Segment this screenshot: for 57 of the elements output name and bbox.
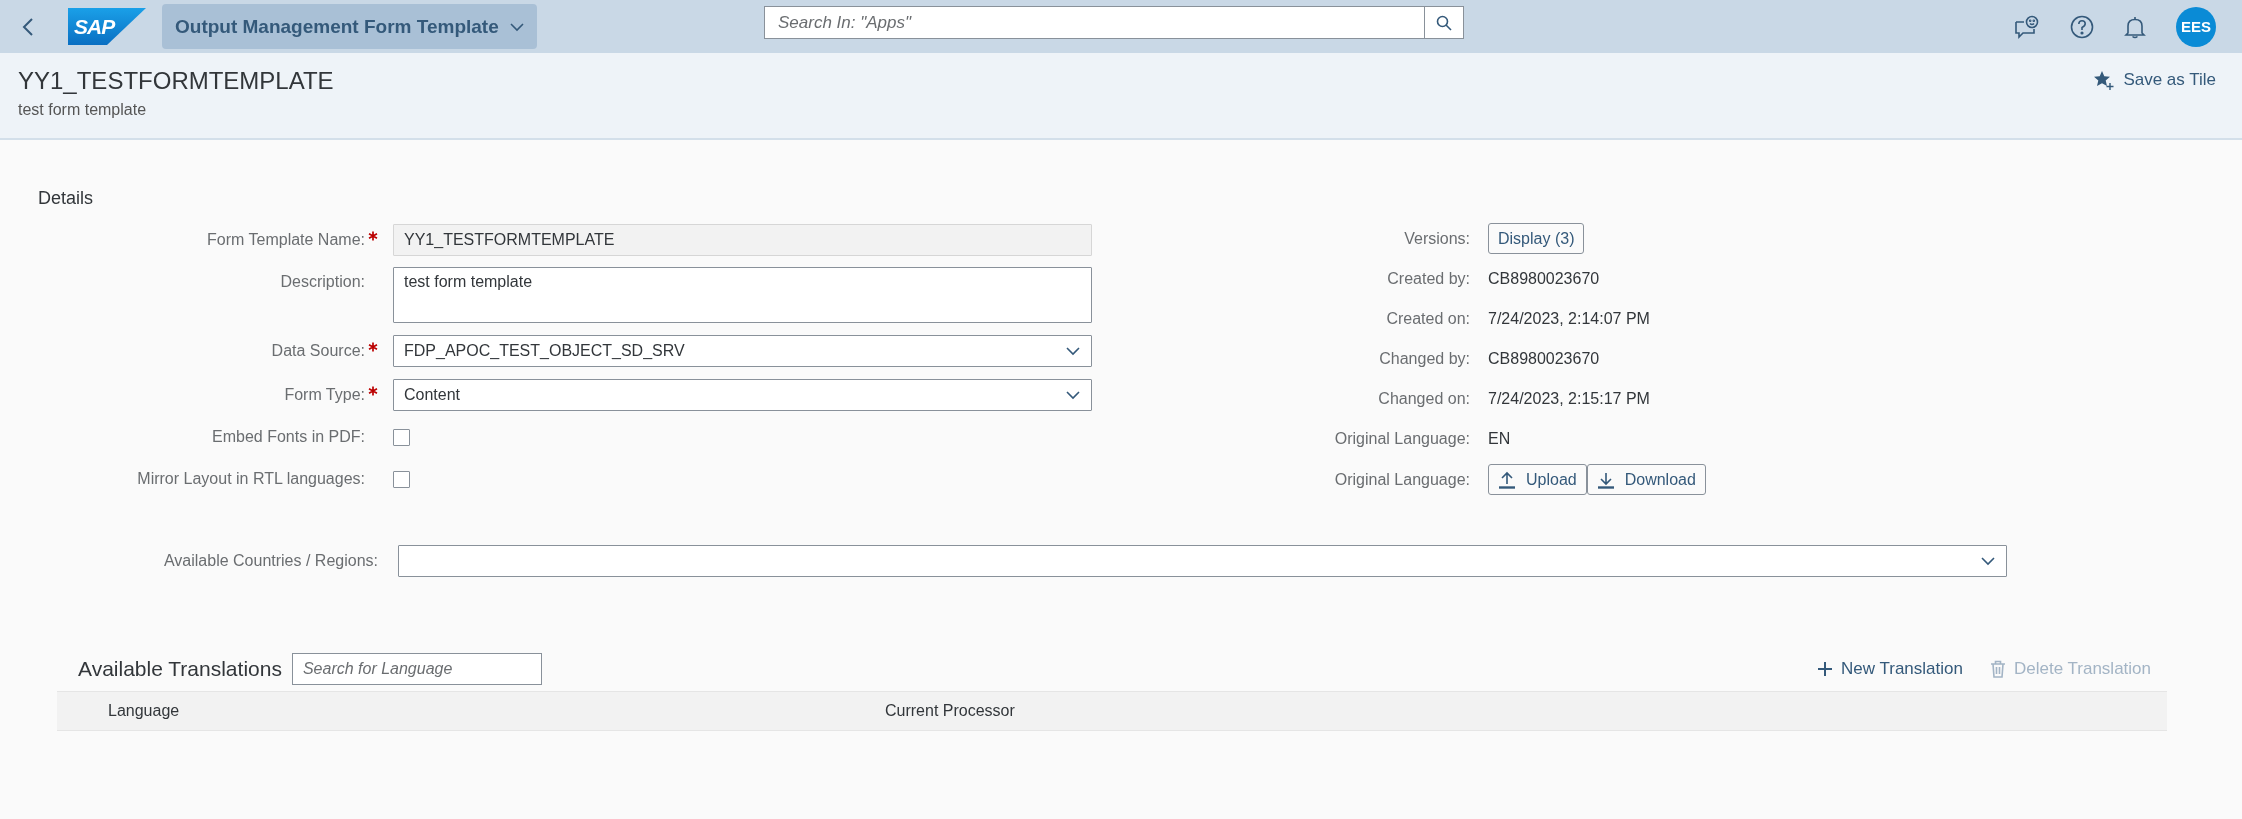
field-label: Form Template Name: (207, 230, 365, 249)
field-label: Changed by: (1379, 350, 1470, 368)
column-header: Language (108, 702, 181, 720)
field-label: Created by: (1387, 270, 1470, 288)
search-field[interactable]: Search In: "Apps" (764, 6, 1424, 39)
page-subtitle: test form template (18, 101, 148, 119)
field-label: Available Countries / Regions: (162, 552, 378, 570)
table-title: Available Translations (78, 657, 282, 681)
user-avatar[interactable]: EES (2176, 6, 2216, 47)
save-as-tile-button[interactable]: Save as Tile (2093, 70, 2216, 90)
versions-button[interactable]: Display (3) (1488, 223, 1585, 254)
field-value: CB8980023670 (1488, 350, 1600, 368)
back-icon (22, 16, 34, 37)
column-header: Current Processor (885, 702, 1015, 720)
field-label: Embed Fonts in PDF: (212, 428, 365, 447)
description-field[interactable]: test form template (393, 267, 1092, 324)
field-label: Created on: (1386, 310, 1470, 328)
bell-icon (2124, 14, 2146, 39)
page-title: YY1_TESTFORMTEMPLATE (18, 67, 334, 95)
search-field[interactable]: Search for Language (291, 653, 542, 685)
field-value: 7/24/2023, 2:14:07 PM (1488, 310, 1650, 328)
feedback-icon (2014, 14, 2040, 39)
dropdown-field[interactable]: Content (393, 378, 1092, 411)
download-icon (1596, 470, 1615, 489)
search-icon (1436, 14, 1452, 31)
download-button[interactable]: Download (1586, 464, 1706, 495)
checkbox[interactable] (393, 429, 410, 446)
checkbox[interactable] (393, 470, 410, 488)
back-button[interactable] (22, 16, 34, 37)
notifications-button[interactable] (2124, 14, 2146, 39)
new-translation-button[interactable]: New Translation (1817, 659, 1963, 679)
field-value: CB8980023670 (1488, 270, 1600, 288)
field-label: Description: (280, 272, 365, 291)
feedback-button[interactable] (2014, 14, 2040, 39)
help-icon (2070, 14, 2094, 39)
field-label: Form Type: (284, 385, 365, 404)
trash-icon (1989, 660, 2006, 678)
dropdown-field[interactable]: FDP_APOC_TEST_OBJECT_SD_SRV (393, 335, 1092, 368)
field-value: EN (1488, 430, 1511, 448)
search-button[interactable] (1424, 6, 1464, 39)
upload-button[interactable]: Upload (1488, 464, 1587, 495)
help-button[interactable] (2070, 14, 2094, 39)
chevron-down-icon (1980, 554, 1996, 568)
sap-logo[interactable]: SAP (68, 8, 146, 45)
star-plus-icon (2093, 70, 2116, 90)
field-label: Data Source: (271, 342, 365, 361)
field-label: Original Language: (1334, 470, 1470, 489)
field-label: Versions: (1404, 229, 1470, 248)
upload-icon (1498, 470, 1516, 489)
section-title: Details (38, 188, 95, 209)
field-label: Original Language: (1334, 430, 1470, 448)
field-label: Changed on: (1378, 390, 1470, 408)
countries-dropdown[interactable] (398, 545, 2007, 577)
plus-icon (1817, 661, 1834, 677)
field-value: 7/24/2023, 2:15:17 PM (1488, 390, 1650, 408)
field-label: Mirror Layout in RTL languages: (137, 470, 365, 489)
app-title-menu[interactable]: Output Management Form Template (162, 4, 537, 49)
